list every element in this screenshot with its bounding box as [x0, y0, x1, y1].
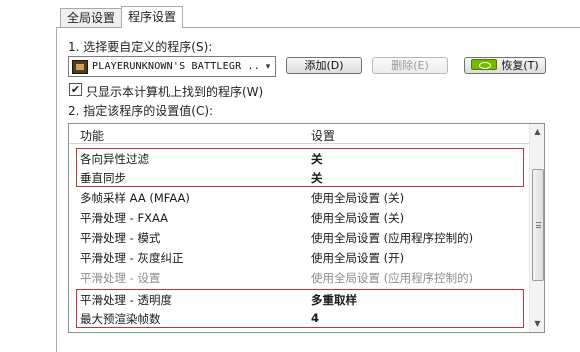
step2-label: 2. 指定该程序的设置值(C): — [68, 104, 214, 118]
table-row[interactable]: 平滑处理 - 灰度纠正 使用全局设置 (开) — [69, 248, 529, 267]
show-only-local-label: 只显示本计算机上找到的程序(W) — [86, 85, 264, 99]
chevron-down-icon[interactable]: ▾ — [261, 62, 275, 72]
setting-cell: 使用全局设置 (关) — [311, 211, 405, 225]
tab-global-settings[interactable]: 全局设置 — [60, 8, 123, 28]
restore-button[interactable]: 恢复(T) — [464, 57, 546, 74]
remove-program-button[interactable]: 删除(E) — [372, 57, 448, 74]
feature-cell: 平滑处理 - FXAA — [80, 211, 169, 225]
setting-cell: 使用全局设置 (开) — [311, 251, 405, 265]
highlight-box-bottom — [76, 289, 524, 328]
program-select-value: PLAYERUNKNOWN'S BATTLEGR .. — [92, 61, 260, 72]
grid-scrollbar[interactable]: ▲ ▼ — [529, 124, 544, 332]
feature-cell: 平滑处理 - 模式 — [80, 231, 161, 245]
tab-program-settings[interactable]: 程序设置 — [121, 6, 184, 28]
grid-header: 功能 设置 — [69, 124, 529, 144]
table-row[interactable]: 平滑处理 - 模式 使用全局设置 (应用程序控制的) — [69, 228, 529, 247]
scroll-down-icon[interactable]: ▼ — [530, 316, 544, 332]
show-only-local-checkbox[interactable]: ✔ — [69, 83, 82, 96]
column-header-feature[interactable]: 功能 — [80, 127, 104, 144]
settings-tabs: 全局设置 程序设置 — [60, 6, 184, 28]
setting-cell: 使用全局设置 (应用程序控制的) — [311, 231, 474, 245]
scroll-up-icon[interactable]: ▲ — [530, 124, 544, 140]
program-select[interactable]: PLAYERUNKNOWN'S BATTLEGR .. ▾ — [68, 56, 276, 77]
settings-grid: 功能 设置 各向异性过滤 关 垂直同步 关 多帧采样 AA (MFAA) 使用全… — [68, 123, 545, 333]
table-row[interactable]: 平滑处理 - 设置 使用全局设置 (应用程序控制的) — [69, 268, 529, 287]
feature-cell: 多帧采样 AA (MFAA) — [80, 191, 190, 205]
column-header-setting[interactable]: 设置 — [311, 127, 335, 144]
left-gutter — [0, 0, 56, 348]
feature-cell: 平滑处理 - 设置 — [80, 271, 161, 285]
step1-label: 1. 选择要自定义的程序(S): — [68, 40, 213, 54]
nvidia-control-panel-window: 全局设置 程序设置 1. 选择要自定义的程序(S): PLAYERUNKNOWN… — [0, 0, 580, 352]
scroll-thumb[interactable] — [532, 169, 544, 281]
feature-cell: 平滑处理 - 灰度纠正 — [80, 251, 184, 265]
table-row[interactable]: 平滑处理 - FXAA 使用全局设置 (关) — [69, 208, 529, 227]
add-program-button[interactable]: 添加(D) — [286, 57, 362, 74]
game-app-icon — [72, 59, 88, 74]
setting-cell: 使用全局设置 (应用程序控制的) — [311, 271, 474, 285]
table-row[interactable]: 多帧采样 AA (MFAA) 使用全局设置 (关) — [69, 188, 529, 207]
restore-button-label: 恢复(T) — [501, 59, 539, 72]
nvidia-logo-icon — [471, 59, 498, 70]
setting-cell: 使用全局设置 (关) — [311, 191, 405, 205]
grip-icon — [536, 222, 541, 228]
highlight-box-top — [76, 148, 524, 187]
